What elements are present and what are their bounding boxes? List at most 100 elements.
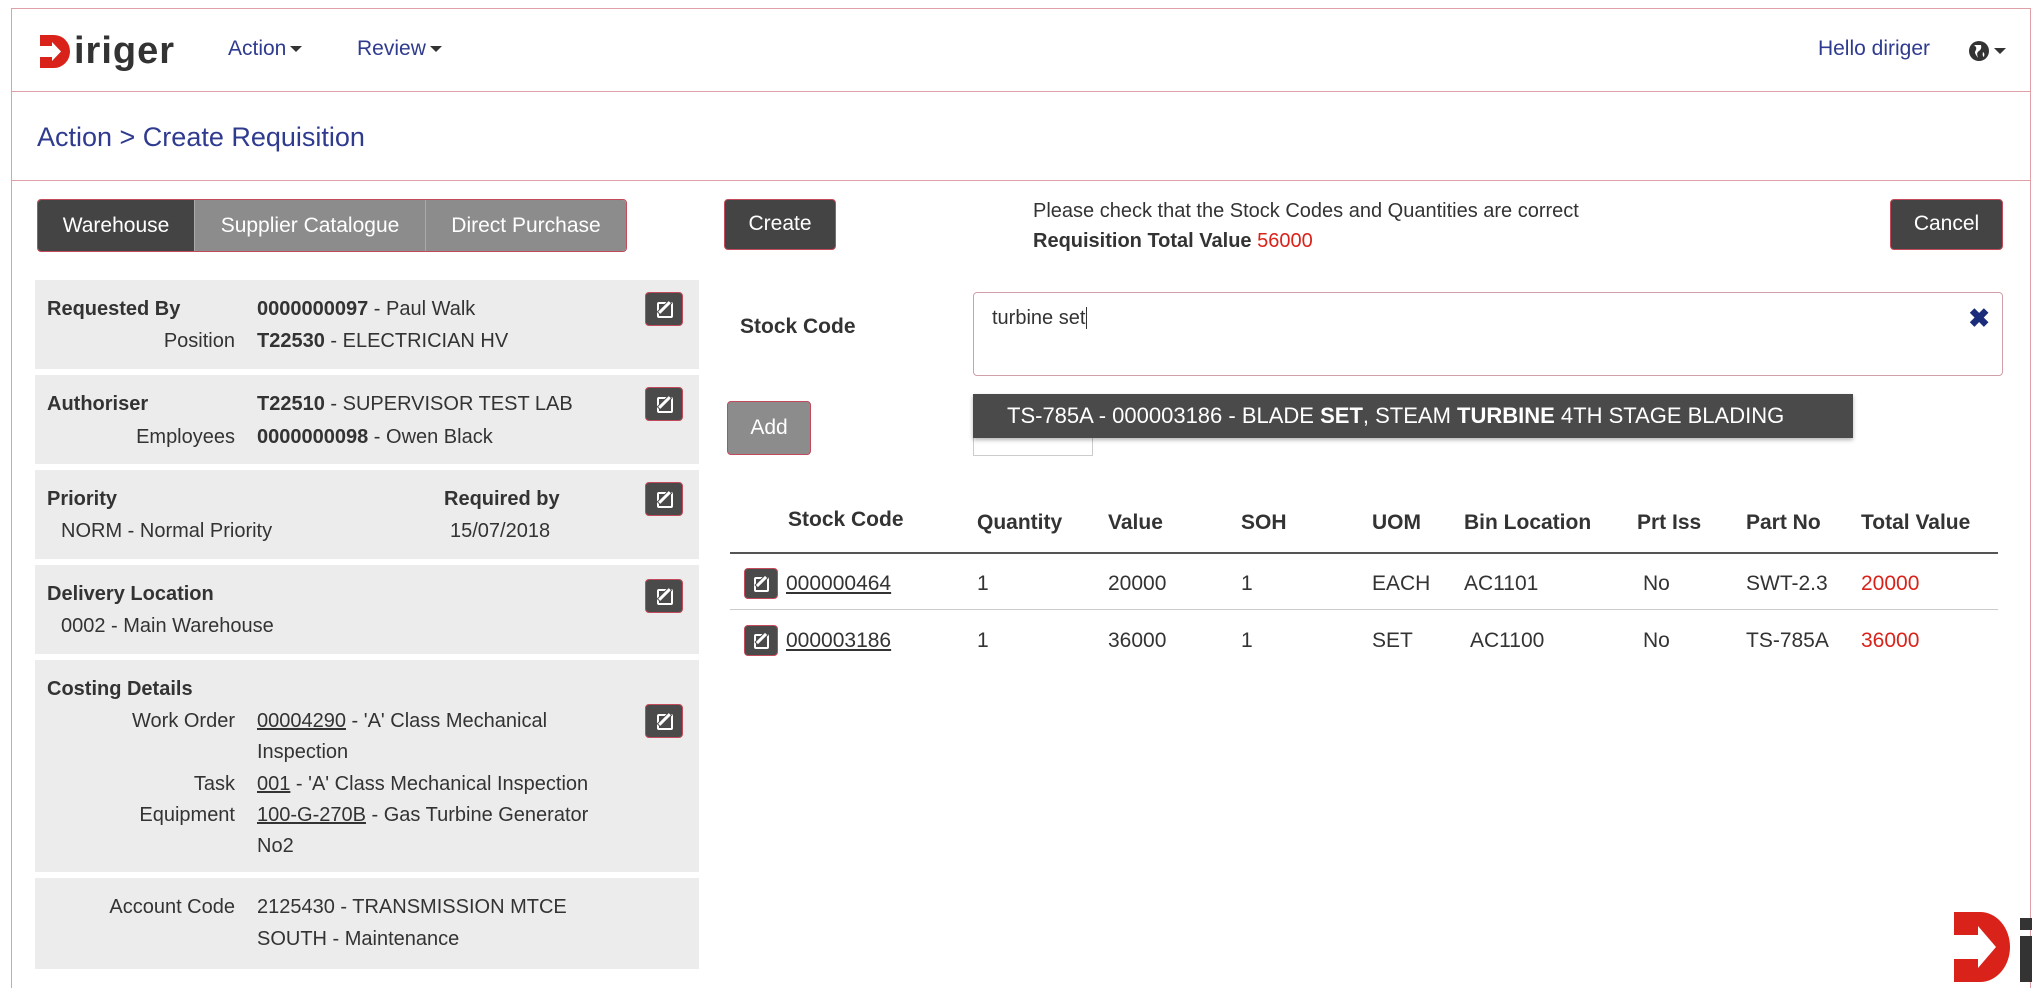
work-order-link[interactable]: 00004290 [257, 710, 346, 732]
row-total-value: 36000 [1861, 629, 1920, 652]
top-navbar: iriger Action Review Hello diriger [12, 9, 2030, 92]
row-part-no: TS-785A [1746, 629, 1829, 652]
priority-value: NORM - Normal Priority [61, 520, 273, 542]
requested-by-label: Requested By [47, 298, 181, 320]
row-uom: EACH [1372, 572, 1431, 595]
logo-d-mark-icon [40, 34, 72, 68]
task-value: 001 - 'A' Class Mechanical Inspection [257, 773, 589, 795]
authoriser-label: Authoriser [47, 393, 149, 415]
col-header-total-value: Total Value [1861, 511, 1971, 534]
account-code-value: 2125430 - TRANSMISSION MTCE [257, 896, 567, 918]
employees-value: 0000000098 - Owen Black [257, 426, 493, 448]
globe-language-icon[interactable] [1968, 34, 2006, 65]
row-total-value: 20000 [1861, 572, 1920, 595]
requisition-total-value: 56000 [1257, 230, 1313, 252]
nav-action-menu[interactable]: Action [228, 37, 303, 61]
stock-code-search-input[interactable]: turbine set​ ✖ [973, 292, 2003, 376]
task-link[interactable]: 001 [257, 773, 290, 795]
nav-action-label: Action [228, 37, 287, 60]
caret-down-icon [1994, 48, 2006, 55]
requisition-message: Please check that the Stock Codes and Qu… [1033, 196, 1579, 256]
row-stock-code-link[interactable]: 000000464 [786, 572, 891, 596]
equipment-link[interactable]: 100-G-270B [257, 804, 366, 826]
priority-panel: Priority NORM - Normal Priority Required… [35, 470, 699, 559]
row-part-no: SWT-2.3 [1746, 572, 1828, 595]
nav-review-label: Review [357, 37, 426, 60]
edit-row-button[interactable] [744, 568, 778, 599]
work-order-label: Work Order [132, 710, 235, 732]
tab-direct-purchase[interactable]: Direct Purchase [426, 200, 626, 251]
costing-details-label: Costing Details [47, 678, 193, 700]
requested-by-value: 0000000097 - Paul Walk [257, 298, 476, 320]
edit-priority-button[interactable] [645, 482, 683, 516]
breadcrumb: Action > Create Requisition [37, 122, 365, 152]
task-label: Task [193, 773, 235, 795]
col-header-quantity: Quantity [977, 511, 1063, 534]
caret-down-icon [429, 46, 442, 53]
edit-row-button[interactable] [744, 625, 778, 656]
caret-down-icon [290, 46, 303, 53]
authoriser-value: T22510 - SUPERVISOR TEST LAB [257, 393, 573, 415]
create-button[interactable]: Create [724, 199, 836, 250]
required-by-value: 15/07/2018 [450, 520, 551, 542]
purchase-type-tabs: Warehouse Supplier Catalogue Direct Purc… [37, 199, 627, 252]
tab-supplier-catalogue[interactable]: Supplier Catalogue [195, 200, 426, 251]
row-bin-location: AC1100 [1470, 629, 1545, 652]
stock-code-label: Stock Code [740, 315, 856, 338]
row-prt-iss: No [1643, 572, 1670, 595]
row-stock-code-link[interactable]: 000003186 [786, 629, 891, 653]
check-message: Please check that the Stock Codes and Qu… [1033, 200, 1579, 222]
position-value: T22530 - ELECTRICIAN HV [257, 330, 509, 352]
equipment-value-cont: No2 [257, 835, 294, 857]
work-order-value-cont: Inspection [257, 741, 349, 763]
nav-review-menu[interactable]: Review [357, 37, 442, 61]
requested-by-panel: Requested By 0000000097 - Paul Walk Posi… [35, 280, 699, 369]
equipment-label: Equipment [139, 804, 235, 826]
requisition-total: Requisition Total Value 56000 [1033, 230, 1313, 252]
employees-label: Employees [136, 426, 235, 448]
col-header-soh: SOH [1241, 511, 1287, 534]
row-quantity: 1 [977, 572, 989, 595]
add-button[interactable]: Add [727, 401, 811, 455]
priority-label: Priority [47, 488, 118, 510]
text-cursor: ​ [1086, 307, 1088, 329]
cancel-button[interactable]: Cancel [1890, 199, 2003, 250]
edit-authoriser-button[interactable] [645, 387, 683, 421]
corner-logo-d-icon [1954, 912, 2032, 982]
row-bin-location: AC1101 [1464, 572, 1539, 595]
col-header-uom: UOM [1372, 511, 1421, 534]
account-code-value-cont: SOUTH - Maintenance [257, 928, 460, 950]
clear-search-icon[interactable]: ✖ [1968, 305, 1990, 331]
row-value: 20000 [1108, 572, 1167, 595]
brand-name: iriger [74, 30, 176, 72]
row-prt-iss: No [1643, 629, 1670, 652]
row-uom: SET [1372, 629, 1413, 652]
required-by-label: Required by [444, 488, 560, 510]
authoriser-panel: Authoriser T22510 - SUPERVISOR TEST LAB … [35, 375, 699, 464]
account-code-label: Account Code [109, 896, 235, 918]
row-quantity: 1 [977, 629, 989, 652]
col-header-prt-iss: Prt Iss [1637, 511, 1702, 534]
costing-details-panel: Costing Details Work Order 00004290 - 'A… [35, 660, 699, 872]
col-header-stock-code: Stock Code [788, 508, 904, 531]
row-value: 36000 [1108, 629, 1167, 652]
work-order-value: 00004290 - 'A' Class Mechanical [257, 710, 548, 732]
delivery-location-panel: Delivery Location 0002 - Main Warehouse [35, 565, 699, 654]
col-header-value: Value [1108, 511, 1163, 534]
breadcrumb-bar: Action > Create Requisition [12, 92, 2030, 181]
stock-code-input-value: turbine set [992, 307, 1086, 329]
table-header-divider [730, 552, 1998, 554]
position-label: Position [163, 330, 235, 352]
brand-logo[interactable]: iriger [40, 31, 175, 71]
row-soh: 1 [1241, 572, 1253, 595]
edit-costing-details-button[interactable] [645, 704, 683, 738]
tab-warehouse[interactable]: Warehouse [38, 200, 195, 251]
row-soh: 1 [1241, 629, 1253, 652]
delivery-location-value: 0002 - Main Warehouse [61, 615, 274, 637]
autocomplete-suggestion[interactable]: TS-785A - 000003186 - BLADE SET, STEAM T… [973, 394, 1853, 438]
edit-delivery-location-button[interactable] [645, 579, 683, 613]
equipment-value: 100-G-270B - Gas Turbine Generator [257, 804, 589, 826]
user-greeting[interactable]: Hello diriger [1818, 37, 1930, 61]
edit-requested-by-button[interactable] [645, 292, 683, 326]
delivery-location-label: Delivery Location [47, 583, 214, 605]
